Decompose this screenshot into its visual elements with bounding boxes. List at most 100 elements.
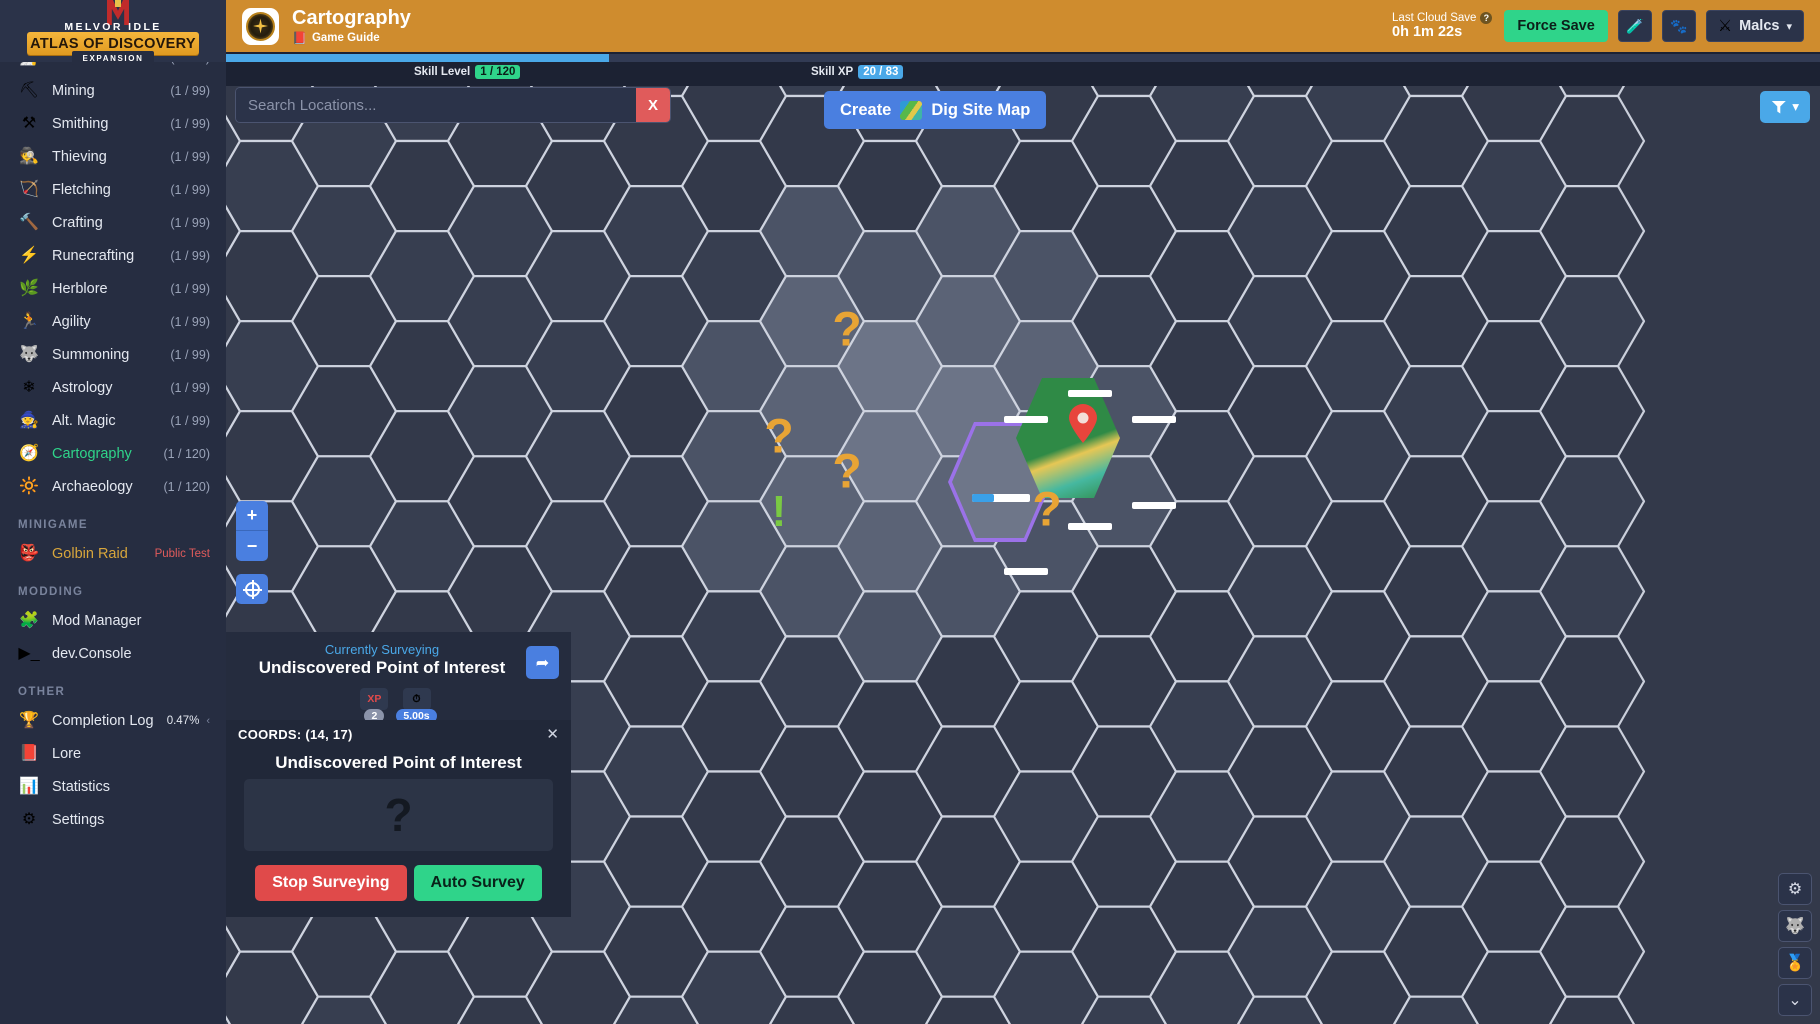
map-side-toolbar: ⚙ 🐺 🏅 ⌄ <box>1778 873 1812 1016</box>
auto-survey-button[interactable]: Auto Survey <box>413 865 542 901</box>
create-dig-site-map-button[interactable]: Create Dig Site Map <box>824 91 1047 129</box>
mastery-medal-icon[interactable]: 🏅 <box>1778 947 1812 979</box>
cloud-save-time: 0h 1m 22s <box>1392 24 1463 40</box>
sidebar-item-level: (1 / 99) <box>170 347 210 362</box>
sidebar-item-level: (1 / 120) <box>163 479 210 494</box>
potion-icon[interactable]: 🧪 <box>1617 10 1652 42</box>
goto-survey-target-button[interactable]: ➦ <box>526 646 559 679</box>
sidebar-item-label: Runecrafting <box>52 247 135 264</box>
sidebar-item-mining[interactable]: ⛏ Mining (1 / 99) <box>0 74 226 107</box>
sidebar-item-level: (1 / 99) <box>170 116 210 131</box>
sidebar-item-smithing[interactable]: ⚒ Smithing (1 / 99) <box>0 107 226 140</box>
force-save-button[interactable]: Force Save <box>1504 10 1608 42</box>
sidebar-section-heading: OTHER <box>18 686 66 698</box>
book-icon: 📕 <box>292 30 307 45</box>
recenter-map-button[interactable] <box>236 574 268 604</box>
sidebar-item-label: Alt. Magic <box>52 412 116 429</box>
skill-xp-readout: Skill XP 20 / 83 <box>811 65 904 79</box>
sidebar-item-fletching[interactable]: 🏹 Fletching (1 / 99) <box>0 173 226 206</box>
chevron-down-icon[interactable]: ⌄ <box>1778 984 1812 1016</box>
sidebar-item-completion-log[interactable]: 🏆 Completion Log 0.47% ‹ <box>0 704 226 737</box>
sidebar-item-label: Herblore <box>52 280 108 297</box>
close-icon[interactable]: ✕ <box>546 727 559 742</box>
sidebar-item-label: Statistics <box>52 778 111 795</box>
sidebar-item-cartography[interactable]: 🧭 Cartography (1 / 120) <box>0 437 226 470</box>
sidebar-item-label: Completion Log <box>52 712 154 729</box>
sidebar-item-golbin-raid[interactable]: 👺 Golbin Raid Public Test <box>0 537 226 570</box>
sidebar-item-label: Agility <box>52 313 91 330</box>
sidebar-skill-list: 🔥Firemaking(1 / 99)👨‍🍳Cooking(1 / 99)⛏Mi… <box>0 8 226 836</box>
sidebar-item-mod-manager[interactable]: 🧩 Mod Manager <box>0 604 226 637</box>
sidebar-item-lore[interactable]: 📕 Lore <box>0 737 226 770</box>
cloud-save-status: Last Cloud Save ? 0h 1m 22s <box>1392 12 1493 40</box>
stop-surveying-button[interactable]: Stop Surveying <box>255 865 407 901</box>
sidebar-item-label: Fletching <box>52 181 111 198</box>
sidebar-item-label: Golbin Raid <box>52 545 128 562</box>
create-suffix-label: Dig Site Map <box>931 100 1031 119</box>
hex-progress-bar <box>1068 523 1112 530</box>
zoom-out-button[interactable]: − <box>236 531 268 561</box>
zoom-in-button[interactable]: + <box>236 501 268 531</box>
create-prefix-label: Create <box>840 100 892 119</box>
sidebar-item-level: (1 / 99) <box>170 248 210 263</box>
sidebar-item-label: Smithing <box>52 115 109 132</box>
sidebar-item-astrology[interactable]: ❄ Astrology (1 / 99) <box>0 371 226 404</box>
hex-info-card: COORDS: (14, 17) ✕ Undiscovered Point of… <box>226 720 571 917</box>
sidebar-item-summoning[interactable]: 🐺 Summoning (1 / 99) <box>0 338 226 371</box>
search-input[interactable] <box>236 88 636 122</box>
sidebar-item-statistics[interactable]: 📊 Statistics <box>0 770 226 803</box>
summoning-wolf-icon[interactable]: 🐺 <box>1778 910 1812 942</box>
filter-funnel-icon <box>1771 100 1787 114</box>
filter-chevron-icon: ▾ <box>1792 99 1799 114</box>
survey-time-chip: ⏱ 5.00s <box>396 688 437 723</box>
sidebar-item-herblore[interactable]: 🌿 Herblore (1 / 99) <box>0 272 226 305</box>
pet-icon[interactable]: 🐾 <box>1661 10 1696 42</box>
gear-icon[interactable]: ⚙ <box>1778 873 1812 905</box>
sidebar-item-label: Crafting <box>52 214 103 231</box>
game-guide-link[interactable]: 📕 Game Guide <box>292 31 411 45</box>
world-map-canvas[interactable]: X Create Dig Site Map ▾ + − ⚙🐺� <box>226 86 1820 1024</box>
trophy-icon: 🏆 <box>19 711 39 729</box>
hex-progress-bar <box>1004 568 1048 575</box>
skill-xp-value: 20 / 83 <box>858 65 904 79</box>
sidebar-item-level: (1 / 99) <box>170 182 210 197</box>
sidebar-item-archaeology[interactable]: 🔆 Archaeology (1 / 120) <box>0 470 226 503</box>
crafting-icon: 🔨 <box>19 213 39 231</box>
sidebar-item-label: Archaeology <box>52 478 133 495</box>
sidebar-item-thieving[interactable]: 🕵 Thieving (1 / 99) <box>0 140 226 173</box>
sidebar-item-agility[interactable]: 🏃 Agility (1 / 99) <box>0 305 226 338</box>
survey-xp-chip: XP 2 <box>360 688 389 723</box>
survey-xp-label: XP <box>360 688 389 710</box>
sidebar-item-dev-console[interactable]: ▶_ dev.Console <box>0 637 226 670</box>
recenter-target-icon <box>242 579 262 599</box>
clear-search-button[interactable]: X <box>636 88 670 122</box>
sidebar-item-alt-magic[interactable]: 🧙 Alt. Magic (1 / 99) <box>0 404 226 437</box>
sidebar-item-badge: Public Test <box>154 547 210 560</box>
hex-coords-label: COORDS: (14, 17) <box>238 727 353 742</box>
surveying-status-label: Currently Surveying <box>324 642 440 657</box>
xp-bar-track <box>226 54 1820 62</box>
user-menu-button[interactable]: ⚔ Malcs ▾ <box>1705 10 1804 42</box>
map-filter-button[interactable]: ▾ <box>1760 91 1810 123</box>
game-logo[interactable]: MELVOR IDLE ATLAS OF DISCOVERY EXPANSION <box>0 0 226 65</box>
fletching-icon: 🏹 <box>19 180 39 198</box>
sidebar-item-label: Mod Manager <box>52 612 142 629</box>
skill-level-readout: Skill Level 1 / 120 <box>414 65 521 79</box>
page-title: Cartography <box>292 6 411 29</box>
sidebar-item-crafting[interactable]: 🔨 Crafting (1 / 99) <box>0 206 226 239</box>
game-guide-label: Game Guide <box>311 31 380 44</box>
help-icon[interactable]: ? <box>1480 12 1493 24</box>
herblore-icon: 🌿 <box>19 279 39 297</box>
crossed-swords-icon: ⚔ <box>1717 18 1733 35</box>
chevron-left-icon[interactable]: ‹ <box>206 715 210 727</box>
smithing-icon: ⚒ <box>21 114 37 132</box>
sidebar-item-runecrafting[interactable]: ⚡ Runecrafting (1 / 99) <box>0 239 226 272</box>
sidebar-item-level: (1 / 120) <box>163 446 210 461</box>
sidebar-item-label: Summoning <box>52 346 130 363</box>
map-pin-icon <box>1068 404 1098 444</box>
hex-progress-bar <box>1004 416 1048 423</box>
sidebar-item-label: dev.Console <box>52 645 132 662</box>
sidebar-item-settings[interactable]: ⚙ Settings <box>0 803 226 836</box>
location-search: X <box>236 88 670 122</box>
melvor-cross-icon <box>115 0 121 7</box>
